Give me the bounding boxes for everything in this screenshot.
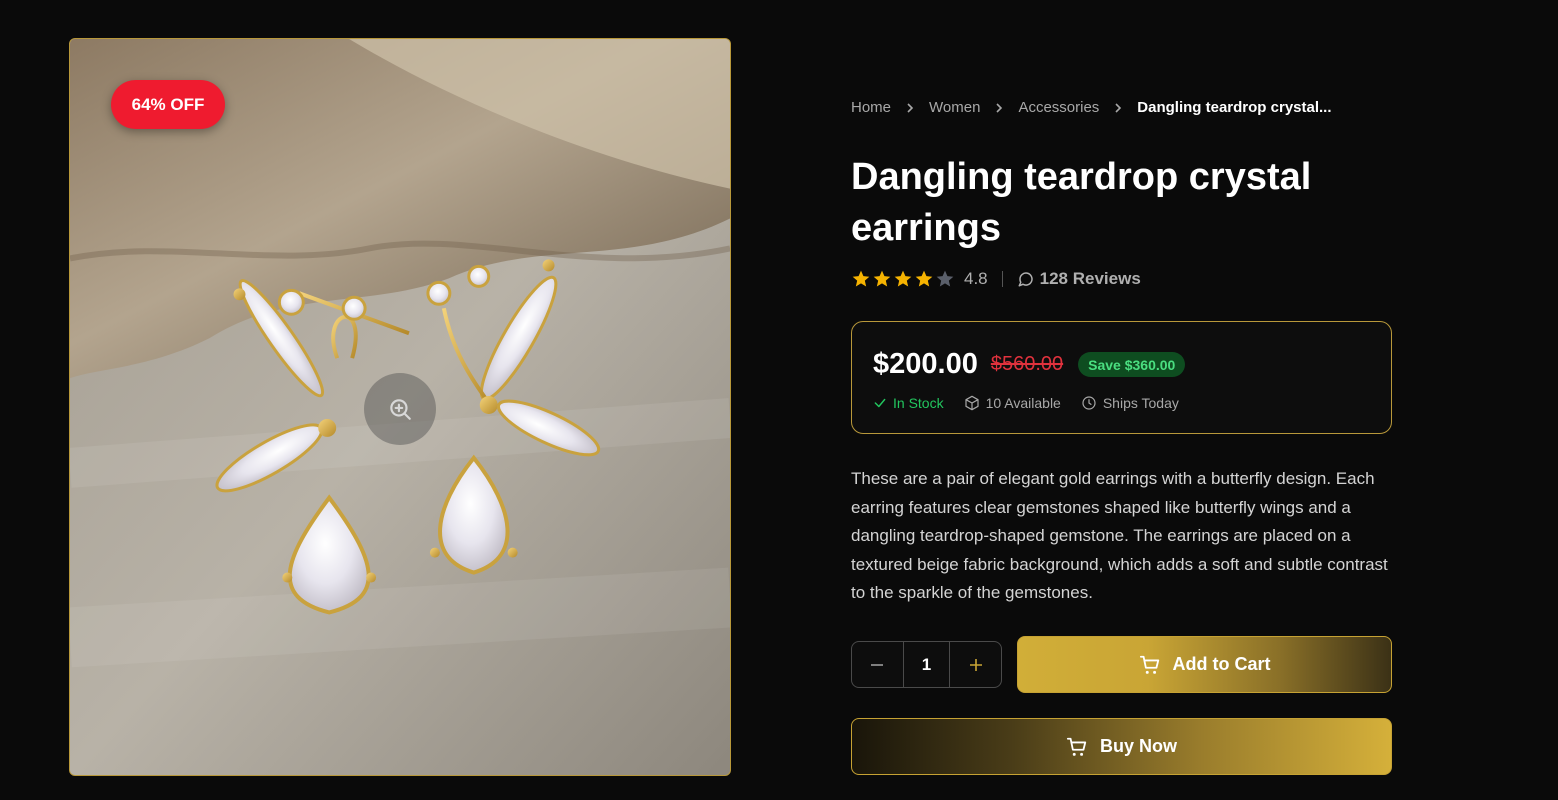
buy-now-label: Buy Now xyxy=(1099,736,1177,756)
product-image[interactable]: 64% OFF xyxy=(69,38,731,776)
zoom-in-icon xyxy=(390,399,411,420)
cart-icon xyxy=(1066,737,1087,756)
star-filled-icon xyxy=(873,270,891,287)
price-row: $200.00 $560.00 Save $360.00 xyxy=(873,348,1186,381)
minus-icon xyxy=(871,663,884,666)
save-badge: Save $360.00 xyxy=(1078,352,1186,377)
availability-row: In Stock 10 Available Ships Today xyxy=(873,395,1199,411)
add-to-cart-button[interactable]: Add to Cart xyxy=(1017,636,1392,693)
add-to-cart-label: Add to Cart xyxy=(1172,654,1271,674)
price-original: $560.00 xyxy=(990,353,1064,375)
zoom-button[interactable] xyxy=(364,373,436,445)
breadcrumb: Home Women Accessories Dangling teardrop… xyxy=(851,99,1451,116)
discount-badge: 64% OFF xyxy=(111,80,225,129)
breadcrumb-home[interactable]: Home xyxy=(851,99,891,116)
buy-now-button[interactable]: Buy Now xyxy=(851,718,1392,775)
shipping-label: Ships Today xyxy=(1102,395,1179,411)
increase-quantity-button[interactable] xyxy=(950,642,1001,687)
quantity-stepper[interactable]: 1 xyxy=(851,641,1002,688)
breadcrumb-accessories[interactable]: Accessories xyxy=(1018,99,1099,116)
rating-value: 4.8 xyxy=(964,269,988,288)
shipping-info: Ships Today xyxy=(1081,395,1179,411)
divider xyxy=(1001,271,1003,287)
available-label: 10 Available xyxy=(985,395,1061,411)
breadcrumb-women[interactable]: Women xyxy=(929,99,980,116)
reviews-count: 128 Reviews xyxy=(1039,269,1141,288)
breadcrumb-current: Dangling teardrop crystal... xyxy=(1137,99,1332,116)
rating-row: 4.8 128 Reviews xyxy=(851,268,1141,290)
star-filled-icon xyxy=(852,270,870,287)
star-empty-icon xyxy=(936,270,954,287)
chevron-right-icon xyxy=(1114,102,1122,114)
product-page: 64% OFF Home Women Accessories Dangling xyxy=(0,0,1558,800)
star-filled-icon xyxy=(894,270,912,287)
cart-icon xyxy=(1139,655,1159,674)
comment-icon xyxy=(1018,272,1033,287)
in-stock-status: In Stock xyxy=(873,395,944,411)
decrease-quantity-button[interactable] xyxy=(852,642,903,687)
star-filled-icon xyxy=(915,270,933,287)
package-icon xyxy=(964,395,979,411)
available-count: 10 Available xyxy=(964,395,1061,411)
stock-label: In Stock xyxy=(893,395,944,411)
check-icon xyxy=(874,398,886,408)
star-rating xyxy=(851,269,955,289)
clock-icon xyxy=(1082,396,1096,410)
product-title: Dangling teardrop crystal earrings xyxy=(851,156,1312,249)
price-card: $200.00 $560.00 Save $360.00 In Stock 10… xyxy=(851,321,1392,434)
plus-icon xyxy=(969,658,982,671)
chevron-right-icon xyxy=(906,102,914,114)
chevron-right-icon xyxy=(995,102,1003,114)
product-description: These are a pair of elegant gold earring… xyxy=(851,469,1388,602)
price-current: $200.00 xyxy=(873,348,978,380)
reviews-link[interactable]: 128 Reviews xyxy=(1017,269,1141,289)
quantity-value[interactable]: 1 xyxy=(902,642,951,687)
